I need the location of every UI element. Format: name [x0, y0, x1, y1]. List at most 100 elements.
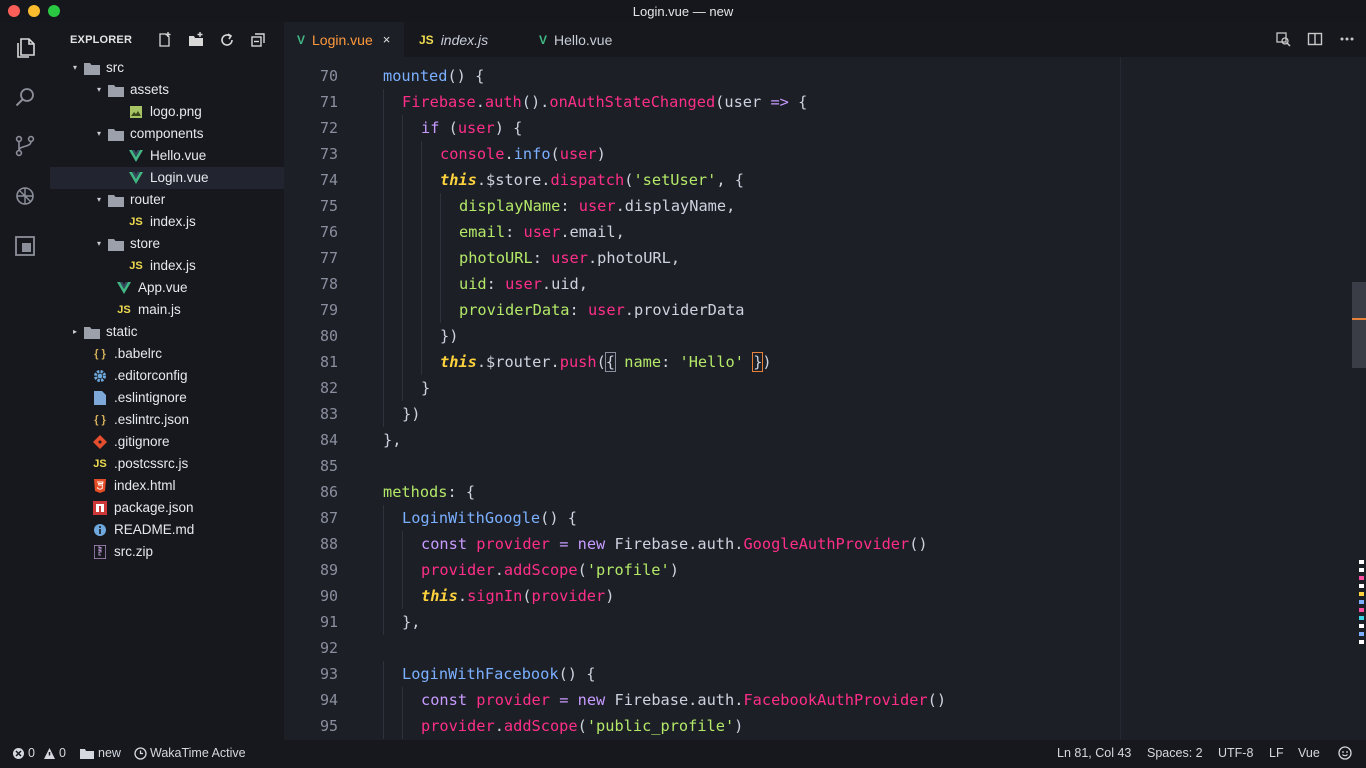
- tree-file[interactable]: JS index.js: [50, 211, 284, 233]
- tree-folder[interactable]: ▾ router: [50, 189, 284, 211]
- code-line[interactable]: const provider = new Firebase.auth.Faceb…: [421, 688, 946, 712]
- wakatime-indicator[interactable]: WakaTime Active: [134, 746, 246, 760]
- tree-file[interactable]: JS .postcssrc.js: [50, 453, 284, 475]
- tree-folder[interactable]: ▾ components: [50, 123, 284, 145]
- refresh-icon[interactable]: [218, 31, 235, 48]
- tree-file[interactable]: index.html: [50, 475, 284, 497]
- code-line[interactable]: }): [402, 402, 420, 426]
- code-line[interactable]: provider.addScope('public_profile'): [421, 714, 743, 738]
- code-line[interactable]: this.$store.dispatch('setUser', {: [440, 168, 744, 192]
- tree-item-label: .postcssrc.js: [114, 456, 189, 471]
- tree-file[interactable]: JS main.js: [50, 299, 284, 321]
- tree-file[interactable]: { } .babelrc: [50, 343, 284, 365]
- overview-marker: [1359, 592, 1364, 596]
- code-line[interactable]: LoginWithFacebook() {: [402, 662, 595, 686]
- indent-guide: [383, 375, 384, 401]
- code-line[interactable]: mounted() {: [383, 64, 484, 88]
- indent-guide: [383, 167, 384, 193]
- code-line[interactable]: if (user) {: [421, 116, 522, 140]
- scrollbar-thumb[interactable]: [1352, 282, 1366, 368]
- new-file-icon[interactable]: [156, 31, 173, 48]
- indent-guide: [383, 323, 384, 349]
- tree-file[interactable]: logo.png: [50, 101, 284, 123]
- code-line[interactable]: }: [421, 376, 430, 400]
- tree-file[interactable]: README.md: [50, 519, 284, 541]
- tab-hello-vue[interactable]: V Hello.vue: [524, 22, 644, 57]
- code-line[interactable]: this.$router.push({ name: 'Hello' }): [440, 350, 772, 374]
- indent-guide: [421, 271, 422, 297]
- code-line[interactable]: Firebase.auth().onAuthStateChanged(user …: [402, 90, 807, 114]
- tree-folder[interactable]: ▾ assets: [50, 79, 284, 101]
- tree-file[interactable]: src.zip: [50, 541, 284, 563]
- chevron-right-icon[interactable]: ▸: [70, 321, 80, 343]
- chevron-down-icon[interactable]: ▾: [94, 233, 104, 255]
- code-editor[interactable]: 70 mounted() {71 Firebase.auth().onAuthSta…: [284, 57, 1366, 740]
- code-line[interactable]: provider.addScope('profile'): [421, 558, 679, 582]
- problems-indicator[interactable]: 0 0: [12, 746, 66, 760]
- tab-login-vue[interactable]: V Login.vue ×: [284, 22, 404, 57]
- source-control-icon[interactable]: [11, 132, 39, 160]
- debug-icon[interactable]: [11, 182, 39, 210]
- code-line[interactable]: console.info(user): [440, 142, 606, 166]
- tree-file[interactable]: { } .eslintrc.json: [50, 409, 284, 431]
- feedback-icon[interactable]: [1338, 746, 1352, 760]
- tree-file[interactable]: Hello.vue: [50, 145, 284, 167]
- folder-indicator[interactable]: new: [80, 746, 121, 760]
- extensions-icon[interactable]: [11, 232, 39, 260]
- line-number: 91: [319, 613, 338, 631]
- code-line[interactable]: email: user.email,: [459, 220, 625, 244]
- tree-folder[interactable]: ▾ store: [50, 233, 284, 255]
- chevron-down-icon[interactable]: ▾: [94, 189, 104, 211]
- indentation-setting[interactable]: Spaces: 2: [1147, 746, 1203, 760]
- code-line[interactable]: }): [440, 324, 458, 348]
- tree-folder[interactable]: ▸ static: [50, 321, 284, 343]
- code-line[interactable]: displayName: user.displayName,: [459, 194, 735, 218]
- code-line[interactable]: providerData: user.providerData: [459, 298, 745, 322]
- chevron-down-icon[interactable]: ▾: [94, 123, 104, 145]
- overview-marker: [1359, 640, 1364, 644]
- activity-bar: [0, 22, 50, 740]
- new-folder-icon[interactable]: [187, 31, 204, 48]
- code-line[interactable]: },: [402, 610, 420, 634]
- tree-folder[interactable]: ▾ src: [50, 57, 284, 79]
- vue-file-icon: [128, 171, 144, 185]
- code-line[interactable]: this.signIn(provider): [421, 584, 614, 608]
- folder-icon: [80, 748, 94, 759]
- close-tab-icon[interactable]: ×: [383, 32, 391, 47]
- tree-file[interactable]: .gitignore: [50, 431, 284, 453]
- folder-name: new: [98, 746, 121, 760]
- chevron-down-icon[interactable]: ▾: [70, 57, 80, 79]
- eol-setting[interactable]: LF: [1269, 746, 1284, 760]
- code-line[interactable]: const provider = new Firebase.auth.Googl…: [421, 532, 928, 556]
- cursor-position[interactable]: Ln 81, Col 43: [1057, 746, 1131, 760]
- code-line[interactable]: photoURL: user.photoURL,: [459, 246, 680, 270]
- js-file-icon: JS: [117, 304, 131, 316]
- code-line[interactable]: methods: {: [383, 480, 475, 504]
- open-changes-icon[interactable]: [1274, 30, 1292, 48]
- search-icon[interactable]: [11, 83, 39, 111]
- explorer-header: EXPLORER: [50, 22, 284, 57]
- more-actions-icon[interactable]: [1338, 30, 1356, 48]
- document-icon: [92, 391, 108, 405]
- line-number: 70: [319, 67, 338, 85]
- tree-file[interactable]: package.json: [50, 497, 284, 519]
- code-line[interactable]: uid: user.uid,: [459, 272, 588, 296]
- editor-scrollbar[interactable]: [1352, 57, 1366, 740]
- tree-file[interactable]: JS index.js: [50, 255, 284, 277]
- code-line[interactable]: },: [383, 428, 401, 452]
- folder-icon: [108, 193, 124, 207]
- collapse-all-icon[interactable]: [249, 31, 266, 48]
- tab-label: Hello.vue: [554, 31, 613, 48]
- language-mode[interactable]: Vue: [1298, 746, 1320, 760]
- explorer-icon[interactable]: [11, 34, 39, 62]
- tree-file[interactable]: .eslintignore: [50, 387, 284, 409]
- tab-index-js[interactable]: JS index.js: [404, 22, 524, 57]
- split-editor-icon[interactable]: [1306, 30, 1324, 48]
- code-line[interactable]: LoginWithGoogle() {: [402, 506, 577, 530]
- tree-file[interactable]: .editorconfig: [50, 365, 284, 387]
- tree-file[interactable]: Login.vue: [50, 167, 284, 189]
- indent-guide: [421, 323, 422, 349]
- tree-file[interactable]: App.vue: [50, 277, 284, 299]
- chevron-down-icon[interactable]: ▾: [94, 79, 104, 101]
- encoding-setting[interactable]: UTF-8: [1218, 746, 1253, 760]
